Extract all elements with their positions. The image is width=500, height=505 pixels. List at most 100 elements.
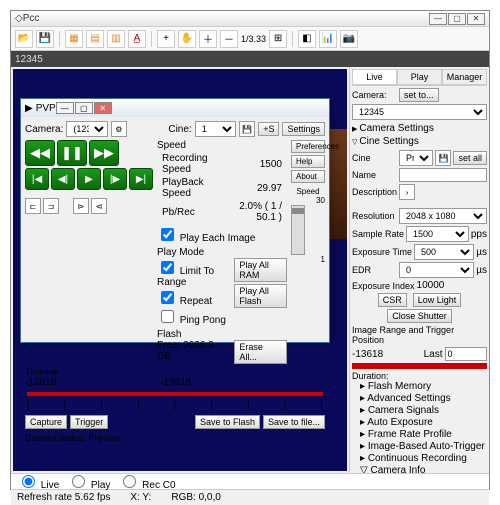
repeat-checkbox[interactable]: Repeat — [157, 296, 212, 307]
save-file-button[interactable]: Save to file... — [263, 415, 325, 429]
step-fwd-button[interactable]: |▶ — [103, 168, 127, 190]
camera-select[interactable]: 12345 — [352, 104, 487, 120]
save-icon[interactable]: 💾 — [435, 150, 451, 166]
limit-checkbox[interactable]: Limit To Range — [157, 266, 214, 288]
tree-autotrigger[interactable]: ▸ Image-Based Auto-Trigger — [352, 441, 487, 453]
last-input[interactable] — [445, 347, 487, 361]
close-shutter-button[interactable]: Close Shutter — [387, 309, 452, 323]
tab-manager[interactable]: Manager — [442, 69, 487, 85]
skip-end-button[interactable]: ▶| — [129, 168, 153, 190]
desc-button[interactable]: › — [399, 184, 415, 200]
goto-in-button[interactable]: ⊳ — [73, 198, 89, 214]
rate-select[interactable]: 1500 — [406, 226, 469, 242]
preview-tab[interactable]: 12345 — [15, 54, 43, 65]
tool1-icon[interactable]: + — [157, 30, 175, 48]
tree-signals[interactable]: ▸ Camera Signals — [352, 405, 487, 417]
pvp-min-button[interactable]: — — [56, 102, 74, 114]
radio-play[interactable]: Play — [67, 472, 110, 491]
tree-continuous[interactable]: ▸ Continuous Recording — [352, 453, 487, 465]
edr-select[interactable]: 0 — [399, 262, 474, 278]
pvp-cine-select[interactable]: 1 — [195, 121, 237, 137]
pvp-capture[interactable]: Capture — [25, 415, 67, 429]
tree-camerainfo[interactable]: ▽ Camera Info — [352, 465, 487, 473]
setall-button[interactable]: set all — [453, 151, 487, 165]
pvp-camera-select[interactable]: (12345) — [66, 121, 108, 137]
resolution-select[interactable]: 2048 x 1080 — [399, 208, 487, 224]
save-flash-button[interactable]: Save to Flash — [195, 415, 260, 429]
speed-slider[interactable] — [291, 205, 305, 255]
name-input[interactable] — [399, 168, 487, 182]
play-ram-button[interactable]: Play All RAM — [234, 258, 287, 282]
pvp-cam-btn[interactable]: ⚙ — [111, 121, 127, 137]
pvp-trigger[interactable]: Trigger — [70, 415, 108, 429]
fit-icon[interactable]: ⊞ — [269, 30, 287, 48]
grid1-icon[interactable]: ▦ — [65, 30, 83, 48]
duration-bar[interactable] — [352, 363, 487, 369]
main-titlebar: ◇ Pcc — ▢ ✕ — [11, 11, 489, 27]
forward-button[interactable]: ▶▶ — [89, 140, 119, 166]
setto-button[interactable]: set to... — [399, 88, 439, 102]
status-bar: Refresh rate 5.62 fps X: Y: RGB: 0,0,0 — [11, 489, 489, 505]
tool2-icon[interactable]: ◧ — [298, 30, 316, 48]
minimize-button[interactable]: — — [429, 13, 447, 25]
tree-framerate[interactable]: ▸ Frame Rate Profile — [352, 429, 487, 441]
skip-start-button[interactable]: |◀ — [25, 168, 49, 190]
pvp-plus-s[interactable]: +S — [258, 122, 279, 136]
text-icon[interactable]: A̲ — [128, 30, 146, 48]
mark-out-button[interactable]: ⊐ — [43, 198, 59, 214]
tab-live[interactable]: Live — [352, 69, 397, 85]
sec-camera-settings[interactable]: Camera Settings — [359, 123, 433, 134]
maximize-button[interactable]: ▢ — [448, 13, 466, 25]
play-button[interactable]: ▶ — [77, 168, 101, 190]
save-icon[interactable]: 💾 — [36, 30, 54, 48]
main-toolbar: 📂 💾 ▦ ▤ ▥ A̲ + ✋ ＋ － 1/3.33 ⊞ ◧ 📊 📷 — [11, 27, 489, 51]
close-button[interactable]: ✕ — [467, 13, 485, 25]
app-title: Pcc — [23, 13, 40, 24]
radio-rec[interactable]: Rec C0 — [118, 472, 175, 491]
rewind-button[interactable]: ◀◀ — [25, 140, 55, 166]
zoom-out-icon[interactable]: － — [220, 30, 238, 48]
lowlight-button[interactable]: Low Light — [413, 293, 462, 307]
play-flash-button[interactable]: Play All Flash — [234, 284, 287, 308]
pvp-help[interactable]: Help — [291, 155, 325, 168]
tree-advanced[interactable]: ▸ Advanced Settings — [352, 393, 487, 405]
erase-button[interactable]: Erase All... — [234, 340, 287, 364]
mode-row: Live Play Rec C0 — [11, 473, 489, 489]
pvp-max-button[interactable]: ▢ — [75, 102, 93, 114]
app-icon: ◇ — [15, 13, 23, 24]
hand-icon[interactable]: ✋ — [178, 30, 196, 48]
tree-autoexp[interactable]: ▸ Auto Exposure — [352, 417, 487, 429]
pvp-prefs[interactable]: Preferences — [291, 140, 325, 153]
camera-icon[interactable]: 📷 — [340, 30, 358, 48]
tree-flash[interactable]: ▸ Flash Memory — [352, 381, 487, 393]
status-rgb: RGB: 0,0,0 — [171, 492, 220, 503]
right-panel: Live Play Manager Camera: set to... 1234… — [349, 67, 489, 473]
pvp-settings[interactable]: Settings — [282, 122, 325, 136]
pause-button[interactable]: ❚❚ — [57, 140, 87, 166]
mark-in-button[interactable]: ⊏ — [25, 198, 41, 214]
pvp-about[interactable]: About — [291, 170, 325, 183]
histogram-icon[interactable]: 📊 — [319, 30, 337, 48]
pvp-window: ▶ PVP — ▢ ✕ Camera: (12345) ⚙ Cine: 1 💾 … — [20, 98, 330, 343]
pvp-save-icon[interactable]: 💾 — [239, 121, 255, 137]
tab-play[interactable]: Play — [397, 69, 442, 85]
sec-cine-settings[interactable]: Cine Settings — [359, 136, 418, 147]
zoom-in-icon[interactable]: ＋ — [199, 30, 217, 48]
csr-button[interactable]: CSR — [378, 293, 407, 307]
grid3-icon[interactable]: ▥ — [107, 30, 125, 48]
open-icon[interactable]: 📂 — [15, 30, 33, 48]
pingpong-checkbox[interactable]: Ping Pong — [157, 315, 226, 326]
radio-live[interactable]: Live — [17, 472, 59, 491]
status-xy: X: Y: — [130, 492, 151, 503]
goto-out-button[interactable]: ⊲ — [91, 198, 107, 214]
grid2-icon[interactable]: ▤ — [86, 30, 104, 48]
status-refresh: Refresh rate 5.62 fps — [17, 492, 110, 503]
step-back-button[interactable]: ◀| — [51, 168, 75, 190]
pvp-close-button[interactable]: ✕ — [94, 102, 112, 114]
exposure-select[interactable]: 500 — [414, 244, 474, 260]
range-label: Image Range and Trigger Position — [352, 325, 487, 345]
cine-select[interactable]: Preview — [399, 150, 433, 166]
pvp-titlebar[interactable]: ▶ PVP — ▢ ✕ — [21, 99, 329, 117]
play-each-checkbox[interactable]: Play Each Image — [157, 233, 255, 244]
timeline-slider[interactable] — [27, 392, 323, 396]
